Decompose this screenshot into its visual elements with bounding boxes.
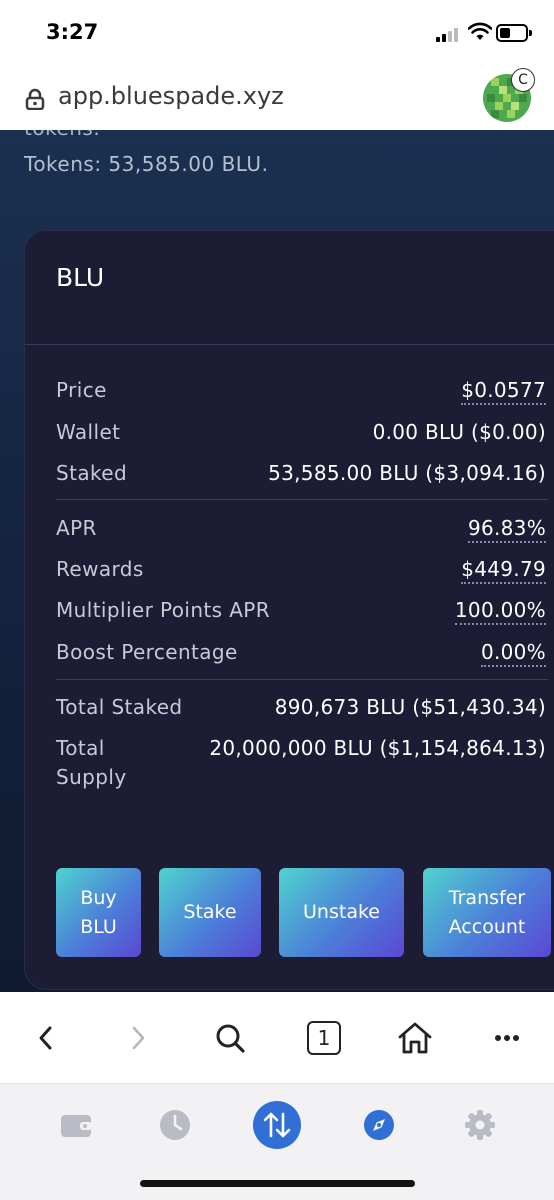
multiplier-points-apr-label: Multiplier Points APR — [56, 598, 271, 622]
buy-button-line1: Buy — [80, 886, 117, 909]
gear-icon — [465, 1110, 495, 1140]
wallet-value: 0.00 BLU ($0.00) — [372, 420, 546, 444]
section-divider — [56, 679, 548, 680]
wallet-icon — [61, 1115, 92, 1137]
status-time: 3:27 — [46, 20, 99, 44]
wallet-tab[interactable] — [51, 1100, 101, 1150]
chevron-left-icon — [39, 1026, 52, 1050]
transfer-button-line2: Account — [448, 915, 526, 938]
price-label: Price — [56, 378, 107, 402]
home-indicator — [140, 1180, 415, 1187]
status-bar: 3:27 — [0, 0, 554, 62]
chevron-right-icon — [132, 1026, 145, 1050]
explore-tab[interactable] — [354, 1100, 404, 1150]
blu-token-card: BLU Price $0.0577 Wallet 0.00 BLU ($0.00… — [24, 230, 554, 990]
battery-icon — [496, 24, 532, 42]
unstake-button[interactable]: Unstake — [279, 868, 404, 957]
rewards-value[interactable]: $449.79 — [461, 557, 546, 584]
price-value[interactable]: $0.0577 — [461, 378, 546, 405]
apr-label: APR — [56, 516, 97, 540]
more-icon — [495, 1035, 519, 1041]
transfer-account-button[interactable]: Transfer Account — [423, 868, 551, 957]
back-button[interactable] — [30, 1018, 62, 1058]
browser-toolbar: 1 — [0, 992, 554, 1084]
lock-icon — [25, 88, 45, 110]
boost-percentage-label: Boost Percentage — [56, 640, 238, 664]
staked-label: Staked — [56, 461, 128, 485]
buy-blu-button[interactable]: Buy BLU — [56, 868, 141, 957]
stake-button-label: Stake — [183, 901, 237, 923]
total-supply-label-line1: Total — [56, 736, 105, 760]
swap-tab[interactable] — [252, 1100, 302, 1150]
home-button[interactable] — [396, 1018, 434, 1058]
search-icon — [216, 1024, 245, 1053]
compass-icon — [364, 1110, 394, 1140]
history-tab[interactable] — [150, 1100, 200, 1150]
wallet-label: Wallet — [56, 420, 121, 444]
url-text[interactable]: app.bluespade.xyz — [58, 82, 284, 110]
account-badge[interactable]: C — [511, 68, 535, 92]
buy-button-line2: BLU — [80, 915, 117, 938]
home-icon — [398, 1022, 432, 1054]
cellular-signal-icon — [436, 28, 462, 42]
web-content: tokens. Tokens: 53,585.00 BLU. BLU Price… — [0, 130, 554, 992]
card-divider — [25, 344, 554, 345]
clock-icon — [160, 1110, 190, 1140]
total-supply-label-line2: Supply — [56, 765, 127, 789]
rewards-label: Rewards — [56, 557, 144, 581]
card-title: BLU — [56, 263, 105, 292]
forward-button[interactable] — [122, 1018, 154, 1058]
total-supply-value: 20,000,000 BLU ($1,154,864.13) — [209, 736, 546, 760]
tabs-icon: 1 — [307, 1021, 341, 1055]
total-staked-value: 890,673 BLU ($51,430.34) — [274, 695, 546, 719]
search-button[interactable] — [212, 1018, 248, 1058]
more-button[interactable] — [490, 1018, 524, 1058]
multiplier-points-apr-value[interactable]: 100.00% — [454, 598, 546, 625]
intro-text-partial: tokens. — [24, 130, 100, 140]
section-divider — [56, 499, 548, 500]
total-staked-label: Total Staked — [56, 695, 183, 719]
settings-tab[interactable] — [455, 1100, 505, 1150]
unstake-button-label: Unstake — [303, 901, 380, 923]
address-bar[interactable]: app.bluespade.xyz — [0, 62, 554, 130]
wifi-icon — [468, 22, 492, 40]
intro-tokens-text: Tokens: 53,585.00 BLU. — [24, 152, 269, 176]
transfer-button-line1: Transfer — [448, 886, 526, 909]
apr-value[interactable]: 96.83% — [467, 516, 546, 543]
swap-icon — [253, 1101, 301, 1149]
stake-button[interactable]: Stake — [159, 868, 261, 957]
staked-value: 53,585.00 BLU ($3,094.16) — [268, 461, 546, 485]
tabs-button[interactable]: 1 — [304, 1018, 344, 1058]
boost-percentage-value[interactable]: 0.00% — [480, 640, 546, 667]
